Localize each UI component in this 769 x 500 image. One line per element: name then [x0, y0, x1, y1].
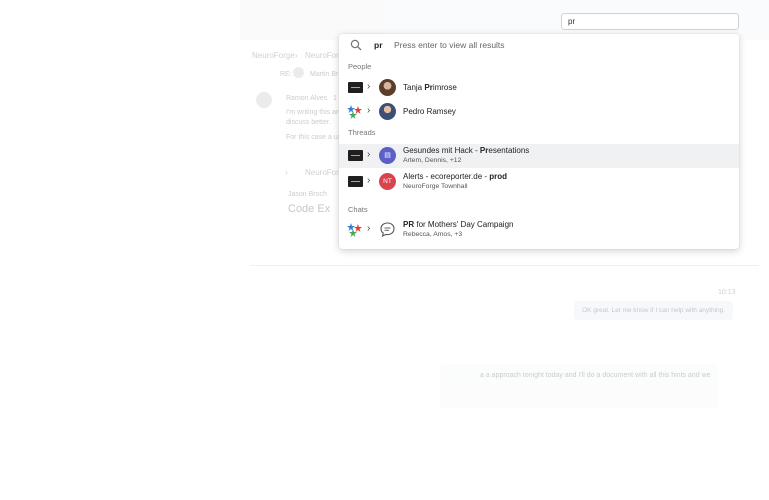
compose-text: a a approach tonight today and I'll do a…: [480, 372, 711, 379]
avatar: [379, 103, 396, 120]
query-row[interactable]: pr Press enter to view all results: [339, 34, 739, 56]
result-person[interactable]: › Tanja Primrose: [339, 76, 739, 100]
person-name: Tanja Primrose: [403, 83, 457, 92]
search-icon: [350, 39, 362, 51]
query-text: pr: [374, 40, 383, 50]
sender-suffix: 1: [333, 95, 337, 102]
sender-name: Jason Broch: [288, 191, 327, 198]
org-logo-icon: [348, 82, 363, 93]
chevron-right-icon: ›: [367, 223, 371, 234]
re-name: Martin Br: [310, 71, 339, 78]
group-initials-avatar: NT: [379, 173, 396, 190]
chat-title: PR for Mothers' Day Campaign: [403, 220, 514, 229]
divider: [250, 265, 759, 266]
result-thread[interactable]: › NT Alerts - ecoreporter.de - prod Neur…: [339, 170, 739, 194]
re-label: RE:: [280, 71, 292, 78]
avatar: [256, 92, 272, 108]
message-bubble: OK great. Let me know if I can help with…: [574, 301, 734, 320]
section-label-people: People: [348, 62, 372, 71]
search-input[interactable]: pr: [561, 13, 739, 30]
chevron-right-icon: ›: [295, 51, 298, 60]
chat-bubble-icon: [380, 222, 395, 237]
chevron-right-icon: ›: [367, 149, 371, 160]
result-thread[interactable]: › ▤ Gesundes mit Hack - Presentations Ar…: [339, 144, 739, 168]
thread-icon: ▤: [379, 147, 396, 164]
chevron-right-icon: ›: [367, 81, 371, 92]
message-line: discuss better.: [286, 119, 331, 126]
sender-name: Ramon Alves: [286, 95, 328, 102]
result-person[interactable]: › Pedro Ramsey: [339, 100, 739, 124]
stars-logo-icon: [347, 105, 362, 119]
chevron-right-icon: ›: [367, 105, 371, 116]
section-label-threads: Threads: [348, 128, 376, 137]
thread-title: Alerts - ecoreporter.de - prod: [403, 172, 508, 181]
chevron-right-icon: ›: [367, 175, 371, 186]
avatar: [293, 67, 304, 78]
message-line: For this case a use: [286, 134, 346, 141]
thread-title: Gesundes mit Hack - Presentations: [403, 146, 530, 155]
stars-logo-icon: [347, 223, 362, 237]
org-logo-icon: [348, 176, 363, 187]
chevron-right-icon: ›: [285, 168, 288, 177]
message-time: 10:13: [718, 289, 736, 296]
thread-participants: Artem, Dennis, +12: [403, 157, 462, 164]
avatar: [379, 79, 396, 96]
message-line: I'm writing this an: [286, 109, 340, 116]
person-name: Pedro Ramsey: [403, 107, 456, 116]
section-label-chats: Chats: [348, 205, 368, 214]
org-logo-icon: [348, 150, 363, 161]
breadcrumb-item: NeuroForge: [252, 51, 295, 60]
chat-participants: Rebecca, Amos, +3: [403, 231, 463, 238]
thread-channel: NeuroForge Townhall: [403, 183, 468, 190]
compose-box[interactable]: a a approach tonight today and I'll do a…: [440, 364, 718, 408]
thread-title: Code Ex: [288, 203, 331, 215]
search-results-dropdown: pr Press enter to view all results Peopl…: [339, 34, 739, 249]
query-hint: Press enter to view all results: [394, 40, 505, 50]
result-chat[interactable]: › PR for Mothers' Day Campaign Rebecca, …: [339, 218, 739, 242]
